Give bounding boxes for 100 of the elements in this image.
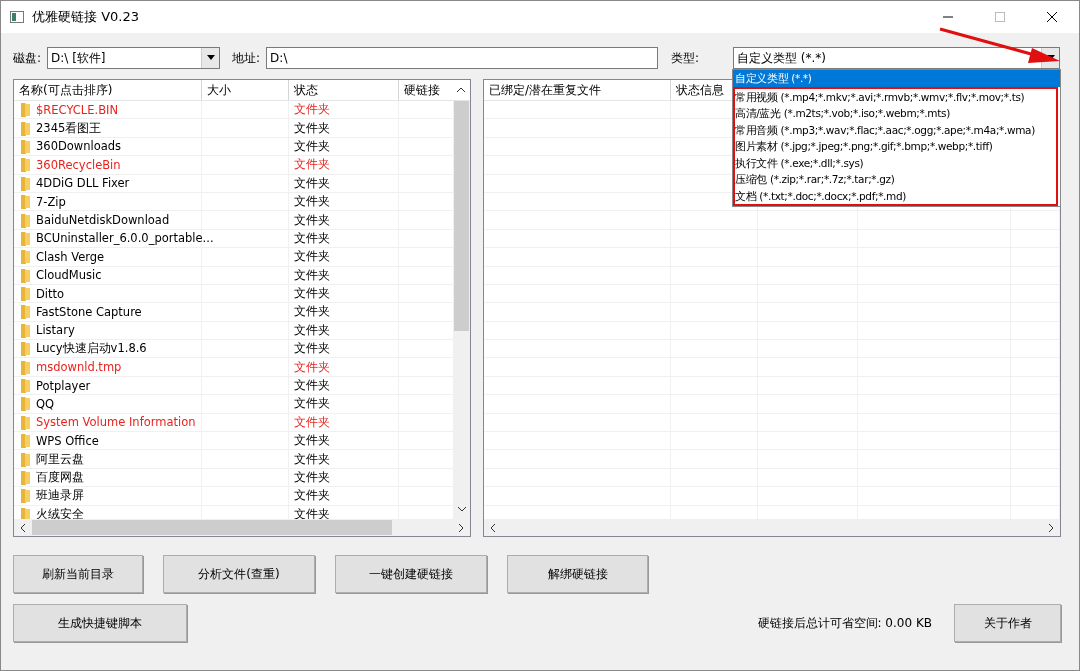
file-name[interactable]: 4DDiG DLL Fixer [36, 176, 130, 191]
folder-icon [20, 414, 30, 430]
about-button[interactable]: 关于作者 [954, 604, 1061, 642]
folder-icon [20, 359, 30, 375]
folder-icon [20, 120, 30, 136]
script-button[interactable]: 生成快捷键脚本 [13, 604, 187, 642]
folder-status: 文件夹 [289, 266, 399, 284]
folder-icon [20, 212, 30, 228]
scroll-left-icon[interactable] [19, 522, 27, 533]
folder-icon [20, 396, 30, 412]
folder-icon [20, 286, 30, 302]
folder-status: 文件夹 [289, 156, 399, 174]
column-header[interactable]: 名称(可点击排序) [14, 80, 202, 100]
folder-status: 文件夹 [289, 358, 399, 376]
folder-icon [20, 304, 30, 320]
action-button[interactable]: 刷新当前目录 [13, 555, 143, 593]
dropdown-option[interactable]: 自定义类型 (*.*) [733, 70, 1060, 87]
action-button[interactable]: 解绑硬链接 [507, 555, 648, 593]
scrollbar-thumb[interactable] [32, 520, 392, 535]
folder-icon [20, 488, 30, 504]
folder-icon [20, 322, 30, 338]
folder-icon [20, 102, 30, 118]
column-header[interactable]: 硬链接 [399, 80, 454, 100]
folder-status: 文件夹 [289, 211, 399, 229]
file-name[interactable]: Listary [36, 323, 75, 338]
disk-label: 磁盘: [13, 49, 42, 67]
dropdown-option[interactable]: 图片素材 (*.jpg;*.jpeg;*.png;*.gif;*.bmp;*.webp;*.tiff) [735, 138, 1056, 155]
file-name[interactable]: WPS Office [36, 433, 99, 448]
file-name[interactable]: 阿里云盘 [36, 451, 84, 467]
dropdown-option[interactable]: 常用视频 (*.mp4;*.mkv;*.avi;*.rmvb;*.wmv;*.flv;*.mov;*.ts) [735, 88, 1056, 105]
file-name[interactable]: 360Downloads [36, 139, 122, 154]
address-label: 地址: [232, 49, 261, 67]
scroll-down-icon[interactable] [456, 505, 467, 513]
folder-status: 文件夹 [289, 119, 399, 137]
folder-status: 文件夹 [289, 340, 399, 358]
scrollbar-thumb[interactable] [454, 101, 469, 331]
column-header[interactable]: 已绑定/潜在重复文件 [489, 83, 602, 97]
folder-icon [20, 470, 30, 485]
dropdown-option[interactable]: 压缩包 (*.zip;*.rar;*.7z;*.tar;*.gz) [735, 171, 1056, 188]
folder-status: 文件夹 [289, 395, 399, 413]
file-name[interactable]: 火绒安全 [36, 506, 84, 519]
folder-icon [20, 157, 30, 173]
scroll-up-icon[interactable] [456, 86, 466, 94]
scroll-right-icon[interactable] [1047, 522, 1055, 533]
column-header[interactable]: 状态信息 [676, 83, 724, 97]
folder-icon [20, 341, 30, 357]
file-name[interactable]: Lucy快速启动v1.8.6 [36, 341, 147, 357]
folder-icon [20, 175, 30, 191]
file-name[interactable]: Clash Verge [36, 249, 105, 264]
folder-status: 文件夹 [289, 192, 399, 211]
file-name[interactable]: CloudMusic [36, 268, 102, 283]
folder-icon [20, 230, 30, 246]
folder-status: 文件夹 [289, 137, 399, 156]
type-label: 类型: [671, 49, 700, 67]
dropdown-option[interactable]: 常用音频 (*.mp3;*.wav;*.flac;*.aac;*.ogg;*.ape;*.m4a;*.wma) [735, 121, 1056, 138]
folder-icon [20, 194, 30, 210]
disk-dropdown[interactable]: D:\ [软件] [47, 47, 221, 69]
folder-icon [20, 451, 30, 467]
scroll-right-icon[interactable] [457, 522, 465, 533]
column-header[interactable]: 状态 [289, 80, 399, 100]
file-name[interactable]: BCUninstaller_6.0.0_portable... [36, 231, 214, 246]
file-name[interactable]: 2345看图王 [36, 120, 102, 136]
folder-icon [20, 267, 30, 283]
file-name[interactable]: QQ [36, 396, 55, 411]
file-name[interactable]: Potplayer [36, 378, 91, 393]
type-dropdown[interactable]: 自定义类型 (*.*) [733, 47, 1060, 69]
dropdown-option[interactable]: 文档 (*.txt;*.doc;*.docx;*.pdf;*.md) [735, 187, 1056, 204]
dropdown-option[interactable]: 高清/蓝光 (*.m2ts;*.vob;*.iso;*.webm;*.mts) [735, 105, 1056, 122]
folder-icon [20, 378, 30, 394]
folder-status: 文件夹 [289, 432, 399, 450]
folder-status: 文件夹 [289, 248, 399, 266]
file-name[interactable]: 360RecycleBin [36, 157, 121, 172]
address-field[interactable]: D:\ [266, 47, 659, 69]
scroll-left-icon[interactable] [489, 522, 497, 533]
file-name[interactable]: $RECYCLE.BIN [36, 102, 119, 117]
action-button[interactable]: 一键创建硬链接 [335, 555, 487, 593]
file-name[interactable]: msdownld.tmp [36, 360, 122, 375]
dropdown-option[interactable]: 执行文件 (*.exe;*.dll;*.sys) [735, 154, 1056, 171]
folder-status: 文件夹 [289, 376, 399, 395]
folder-status: 文件夹 [289, 101, 399, 119]
file-name[interactable]: BaiduNetdiskDownload [36, 213, 170, 228]
app-icon [10, 11, 24, 23]
folder-status: 文件夹 [289, 303, 399, 321]
file-name[interactable]: 百度网盘 [36, 470, 84, 485]
file-name[interactable]: System Volume Information [36, 415, 196, 430]
folder-icon [20, 433, 30, 449]
column-header[interactable]: 大小 [202, 80, 289, 100]
folder-icon [20, 138, 30, 154]
folder-status: 文件夹 [289, 413, 399, 431]
file-name[interactable]: Ditto [36, 286, 65, 301]
file-name[interactable]: FastStone Capture [36, 305, 142, 319]
folder-status: 文件夹 [289, 450, 399, 468]
window-title: 优雅硬链接 V0.23 [32, 8, 139, 26]
file-name[interactable]: 7-Zip [36, 194, 66, 209]
close-icon[interactable] [1047, 12, 1057, 22]
folder-icon [20, 249, 30, 265]
action-button[interactable]: 分析文件(查重) [163, 555, 315, 593]
folder-status: 文件夹 [289, 229, 399, 248]
file-name[interactable]: 班迪录屏 [36, 488, 84, 504]
folder-status: 文件夹 [289, 174, 399, 192]
